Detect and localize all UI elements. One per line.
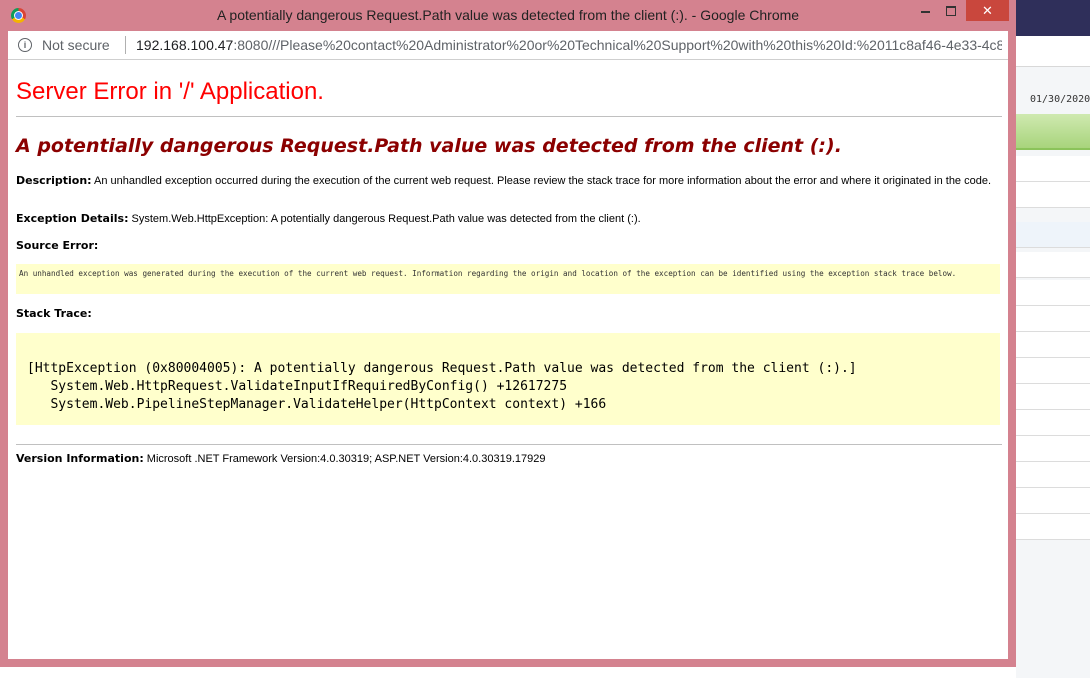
url-text[interactable]: 192.168.100.47:8080///Please%20contact%2… [136, 37, 1002, 53]
stack-trace-line: [HttpException (0x80004005): A potential… [27, 361, 857, 376]
page-content: Server Error in '/' Application. A poten… [8, 60, 1008, 659]
background-app-row [1016, 332, 1090, 358]
background-app-header [1016, 0, 1090, 36]
background-app-row [1016, 488, 1090, 514]
exception-text: System.Web.HttpException: A potentially … [128, 213, 641, 225]
description-text: An unhandled exception occurred during t… [91, 175, 992, 187]
address-bar[interactable]: i Not secure 192.168.100.47:8080///Pleas… [8, 31, 1008, 60]
maximize-button[interactable] [938, 0, 964, 21]
background-app-row [1016, 358, 1090, 384]
background-app-row [1016, 280, 1090, 306]
stack-trace-label: Stack Trace: [16, 307, 92, 320]
background-app-row [1016, 410, 1090, 436]
background-app-green-bar [1016, 114, 1090, 150]
divider [16, 116, 1002, 117]
url-host: 192.168.100.47 [136, 37, 234, 53]
description-paragraph: Description: An unhandled exception occu… [16, 174, 996, 188]
version-label: Version Information: [16, 452, 144, 465]
stack-trace-box: [HttpException (0x80004005): A potential… [16, 333, 1000, 425]
exception-label: Exception Details: [16, 212, 129, 225]
stack-trace-line: System.Web.HttpRequest.ValidateInputIfRe… [27, 379, 568, 394]
background-app-date: 01/30/2020 [1030, 94, 1090, 105]
background-app-row [1016, 514, 1090, 540]
background-app-row [1016, 182, 1090, 208]
background-app: 01/30/2020 [1016, 0, 1090, 678]
page-title: Server Error in '/' Application. [16, 78, 324, 105]
background-app-row [1016, 252, 1090, 278]
browser-window: A potentially dangerous Request.Path val… [0, 0, 1016, 667]
version-paragraph: Version Information: Microsoft .NET Fram… [16, 452, 996, 466]
security-status[interactable]: Not secure [42, 37, 110, 53]
info-icon[interactable]: i [18, 38, 32, 52]
version-text: Microsoft .NET Framework Version:4.0.303… [143, 453, 546, 465]
maximize-icon [946, 5, 956, 16]
source-error-label: Source Error: [16, 239, 99, 252]
exception-paragraph: Exception Details: System.Web.HttpExcept… [16, 212, 996, 226]
background-app-row [1016, 436, 1090, 462]
source-error-box: An unhandled exception was generated dur… [16, 264, 1000, 294]
background-app-row [1016, 156, 1090, 182]
background-app-row [1016, 222, 1090, 248]
background-app-toolbar [1016, 36, 1090, 67]
stack-trace-line: System.Web.PipelineStepManager.ValidateH… [27, 397, 607, 412]
close-icon: ✕ [982, 3, 993, 18]
divider [16, 444, 1002, 445]
background-app-row [1016, 462, 1090, 488]
minimize-icon [920, 10, 930, 13]
url-path: :8080///Please%20contact%20Administrator… [233, 37, 1002, 53]
close-button[interactable]: ✕ [966, 0, 1009, 21]
background-app-row [1016, 306, 1090, 332]
source-error-text: An unhandled exception was generated dur… [19, 269, 957, 278]
description-label: Description: [16, 174, 92, 187]
window-title: A potentially dangerous Request.Path val… [216, 7, 800, 23]
minimize-button[interactable] [912, 0, 938, 21]
address-divider [125, 36, 126, 54]
title-bar[interactable]: A potentially dangerous Request.Path val… [0, 0, 1016, 31]
background-app-row [1016, 384, 1090, 410]
error-subtitle: A potentially dangerous Request.Path val… [16, 135, 842, 157]
